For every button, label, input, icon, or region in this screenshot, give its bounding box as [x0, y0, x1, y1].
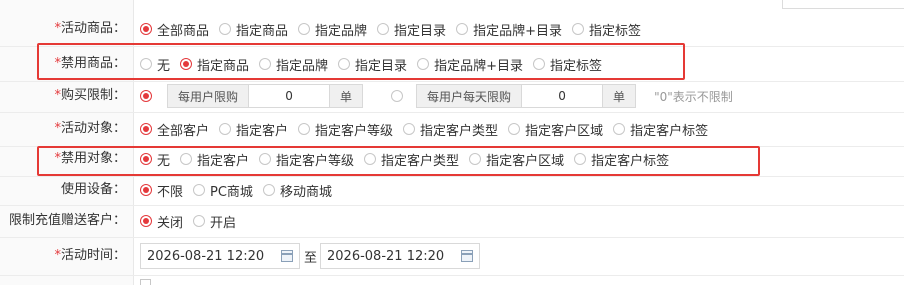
- next-row-partial: [140, 279, 156, 285]
- device-option-0[interactable]: 不限: [140, 181, 183, 200]
- radio-label: PC商城: [210, 184, 253, 200]
- radio-dot: [613, 123, 626, 135]
- per-user-limit-input[interactable]: 0: [249, 84, 330, 108]
- radio-label: 指定客户: [236, 123, 289, 139]
- recharge-limit-label: 限制充值赠送客户：: [8, 213, 126, 228]
- activity-goods-option-3[interactable]: 指定目录: [377, 20, 446, 39]
- device-option-2[interactable]: 移动商城: [262, 181, 332, 200]
- per-user-daily-limit-prefix: 每用户每天限购: [416, 84, 523, 108]
- radio-label: 指定客户区域: [525, 123, 604, 139]
- activity-goods-option-4[interactable]: 指定品牌+目录: [456, 20, 562, 39]
- activity-target-options: 全部客户 指定客户 指定客户等级 指定客户类型 指定客户区域 指定客户标签: [140, 112, 718, 146]
- radio-dot: [140, 90, 152, 102]
- per-user-limit-prefix: 每用户限购: [167, 84, 250, 108]
- per-user-limit-group: 每用户限购 0 单: [167, 84, 364, 108]
- row-activity-goods: *活动商品： 全部商品 指定商品 指定品牌 指定目录 指定品牌+目录 指定标签: [0, 12, 904, 47]
- range-separator: 至: [304, 250, 318, 266]
- radio-dot: [456, 23, 469, 35]
- radio-label: 指定标签: [588, 23, 641, 39]
- radio-dot: [140, 23, 152, 35]
- purchase-limit-options: 每用户限购 0 单 每用户每天限购 0 单 "0"表示不限制: [140, 82, 733, 110]
- radio-label: 指定商品: [236, 23, 289, 39]
- activity-target-option-0[interactable]: 全部客户: [140, 120, 209, 139]
- radio-label: 指定客户类型: [420, 123, 499, 139]
- end-time-value: 2026-08-21 12:20: [327, 248, 445, 264]
- purchase-limit-hint: "0"表示不限制: [654, 89, 733, 104]
- activity-target-option-1[interactable]: 指定客户: [219, 120, 288, 139]
- per-user-daily-limit-unit: 单: [602, 84, 637, 108]
- row-device: 使用设备： 不限 PC商城 移动商城: [0, 175, 904, 206]
- radio-label: 全部商品: [157, 23, 210, 39]
- calendar-icon[interactable]: [461, 250, 474, 262]
- activity-target-option-5[interactable]: 指定客户标签: [613, 120, 708, 139]
- device-option-1[interactable]: PC商城: [193, 181, 253, 200]
- activity-goods-option-0[interactable]: 全部商品: [140, 20, 209, 39]
- highlight-box-excluded-goods: [37, 43, 685, 80]
- radio-label: 开启: [210, 215, 237, 231]
- start-time-input[interactable]: 2026-08-21 12:20: [140, 243, 300, 269]
- radio-dot: [298, 123, 311, 135]
- purchase-limit-per-user-radio[interactable]: [140, 90, 157, 102]
- start-time-value: 2026-08-21 12:20: [147, 248, 265, 264]
- radio-dot: [219, 23, 232, 35]
- radio-label: 指定客户标签: [630, 123, 709, 139]
- activity-goods-options: 全部商品 指定商品 指定品牌 指定目录 指定品牌+目录 指定标签: [140, 12, 651, 46]
- activity-time-range: 2026-08-21 12:20 至 2026-08-21 12:20: [140, 237, 481, 275]
- activity-time-label: *活动时间：: [54, 248, 126, 263]
- radio-dot: [298, 23, 311, 35]
- radio-label: 指定品牌: [315, 23, 368, 39]
- device-options: 不限 PC商城 移动商城: [140, 175, 342, 205]
- radio-dot: [219, 123, 232, 135]
- per-user-daily-limit-group: 每用户每天限购 0 单: [416, 84, 637, 108]
- radio-dot: [391, 90, 404, 102]
- row-recharge-limit: 限制充值赠送客户： 关闭 开启: [0, 205, 904, 238]
- radio-dot: [377, 23, 390, 35]
- radio-dot: [508, 123, 521, 135]
- activity-goods-option-1[interactable]: 指定商品: [219, 20, 288, 39]
- radio-dot: [140, 215, 152, 227]
- activity-target-option-2[interactable]: 指定客户等级: [298, 120, 393, 139]
- radio-label: 移动商城: [279, 184, 332, 200]
- row-activity-time: *活动时间： 2026-08-21 12:20 至 2026-08-21 12:…: [0, 237, 904, 276]
- end-time-input[interactable]: 2026-08-21 12:20: [320, 243, 481, 269]
- radio-dot: [193, 184, 206, 196]
- radio-dot: [140, 123, 152, 135]
- top-input-partial: [782, 0, 904, 9]
- device-label: 使用设备：: [60, 182, 126, 197]
- radio-label: 关闭: [157, 215, 184, 231]
- per-user-daily-limit-input[interactable]: 0: [522, 84, 603, 108]
- purchase-limit-per-user-daily-radio[interactable]: [391, 90, 408, 102]
- per-user-limit-unit: 单: [329, 84, 364, 108]
- checkbox[interactable]: [140, 279, 151, 285]
- activity-target-option-4[interactable]: 指定客户区域: [508, 120, 603, 139]
- recharge-limit-options: 关闭 开启: [140, 205, 246, 237]
- activity-goods-option-2[interactable]: 指定品牌: [298, 20, 367, 39]
- row-purchase-limit: *购买限制： 每用户限购 0 单 每用户每天限购 0 单 "0"表示不限制: [0, 82, 904, 113]
- activity-goods-option-5[interactable]: 指定标签: [571, 20, 641, 39]
- radio-dot: [193, 215, 206, 227]
- activity-target-option-3[interactable]: 指定客户类型: [403, 120, 498, 139]
- recharge-limit-option-0[interactable]: 关闭: [140, 212, 183, 231]
- purchase-limit-label: *购买限制：: [54, 88, 126, 103]
- radio-label: 全部客户: [157, 123, 210, 139]
- activity-target-label: *活动对象：: [54, 121, 126, 136]
- radio-label: 指定客户等级: [315, 123, 394, 139]
- radio-label: 不限: [157, 184, 184, 200]
- calendar-icon[interactable]: [281, 250, 293, 262]
- radio-label: 指定目录: [394, 23, 447, 39]
- radio-dot: [140, 184, 152, 196]
- radio-dot: [403, 123, 416, 135]
- radio-label: 指定品牌+目录: [473, 23, 562, 39]
- radio-dot: [262, 184, 275, 196]
- activity-goods-label: *活动商品：: [54, 21, 126, 36]
- recharge-limit-option-1[interactable]: 开启: [193, 212, 236, 231]
- highlight-box-excluded-target: [37, 146, 760, 176]
- radio-dot: [571, 23, 584, 35]
